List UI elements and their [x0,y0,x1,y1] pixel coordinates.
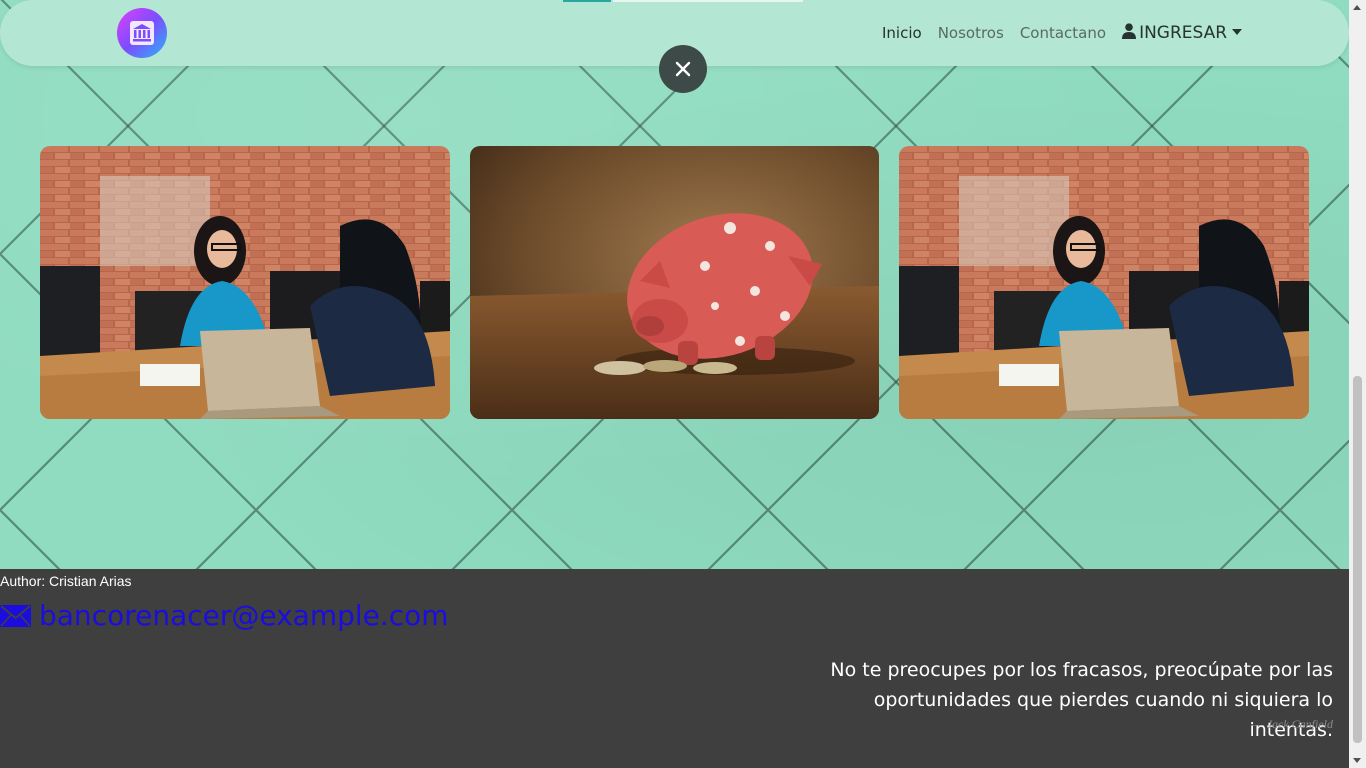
close-button[interactable] [659,45,707,93]
carousel-image-meeting[interactable] [40,146,450,419]
footer: Author: Cristian Arias bancorenacer@exam… [0,569,1349,768]
quote-text: No te preocupes por los fracasos, preocú… [830,659,1333,741]
email-link-row[interactable]: bancorenacer@example.com [0,599,449,632]
scroll-down-arrow-icon[interactable] [1353,758,1361,763]
logo[interactable] [117,8,167,58]
user-icon [1122,23,1137,39]
login-dropdown-label: INGRESAR [1139,23,1228,43]
nav-links: Inicio Nosotros Contactano INGRESAR [882,22,1243,44]
bank-building-icon [130,21,154,45]
nav-link-contactano[interactable]: Contactano [1020,22,1106,44]
nav-link-nosotros[interactable]: Nosotros [938,22,1004,44]
cite-dash: — [1253,717,1264,731]
email-link[interactable]: bancorenacer@example.com [39,599,449,632]
nav-link-inicio[interactable]: Inicio [882,22,922,44]
envelope-icon [0,604,31,627]
quote-citation: — Jack Canfield [1253,717,1333,732]
carousel-indicator[interactable] [613,0,803,2]
scroll-up-arrow-icon[interactable] [1353,5,1361,10]
author-text: Author: Cristian Arias [0,573,132,589]
scrollbar[interactable] [1349,0,1366,768]
close-icon [675,61,691,77]
cite-author: Jack Canfield [1266,717,1333,731]
chevron-down-icon [1232,28,1243,35]
carousel-indicator-active[interactable] [563,0,611,2]
login-dropdown[interactable]: INGRESAR [1122,22,1243,44]
carousel-image-meeting-2[interactable] [899,146,1309,419]
carousel-image-piggy-bank[interactable] [470,146,879,419]
scroll-thumb[interactable] [1353,376,1362,743]
